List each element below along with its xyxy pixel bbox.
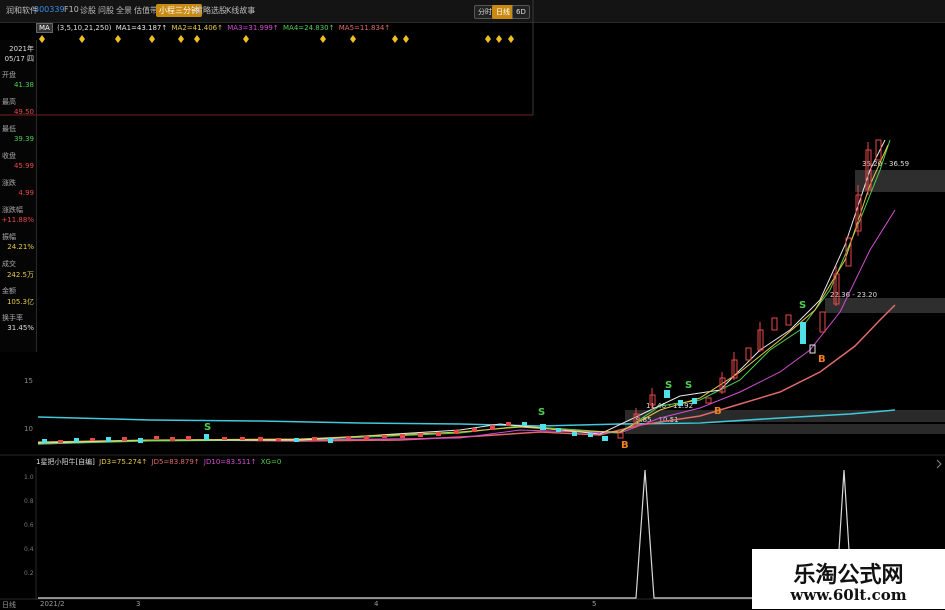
jd3-value: JD3=75.274↑ [99,458,148,466]
candle [222,437,227,440]
signal-diamond [350,35,356,43]
ind-tick: 1.0 [24,474,34,481]
candle [692,398,697,404]
watermark-url: www.60lt.com [790,586,907,604]
ma2-line [37,139,891,445]
candle [572,432,577,436]
candle [771,317,778,331]
signal-diamond [508,35,514,43]
signal-diamond [392,35,398,43]
candle [382,435,387,438]
ma1-line [37,139,886,444]
zone-label-1: 35.20 - 36.59 [862,160,909,168]
candle [312,437,317,441]
signal-diamond [194,35,200,43]
candle [276,438,281,441]
zone-label-2: 22.36 - 23.20 [830,291,877,299]
buy-marker: B [818,354,826,365]
indicator-legend: 1星把小阳牛[自编] JD3=75.274↑ JD5=83.879↑ JD10=… [36,457,283,467]
candle [294,438,299,442]
candle [204,434,209,440]
sell-marker: S [665,380,672,391]
signal-diamonds [39,35,514,43]
sell-marker: S [204,422,211,433]
indicator-ticks: 1.0 0.8 0.6 0.4 0.2 [24,474,34,577]
jd10-value: JD10=83.511↑ [203,458,257,466]
signal-diamond [320,35,326,43]
candle [258,437,263,441]
signal-diamond [243,35,249,43]
zone-band-4 [625,424,945,434]
candle [436,432,441,436]
candle [800,322,806,344]
candle [42,439,47,443]
indicator-name[interactable]: 1星把小阳牛[自编] [36,458,95,466]
watermark: 乐淘公式网 www.60lt.com [752,549,945,609]
candle [556,428,561,432]
candle [819,311,826,333]
jd5-value: JD5=83.879↑ [151,458,200,466]
candle [186,436,191,440]
candle [785,314,792,326]
scroll-right-icon[interactable] [936,459,942,469]
candle [240,437,245,440]
candle [705,397,712,404]
candle [588,433,593,437]
candles [42,139,882,443]
signal-diamond [115,35,121,43]
candle [74,438,79,442]
signal-diamond [79,35,85,43]
candle [400,434,405,438]
candle [490,425,495,430]
signal-diamond [496,35,502,43]
signal-diamond [403,35,409,43]
x-label-feb: 2021/2 [40,600,65,608]
candle [506,422,511,426]
ind-tick: 0.6 [24,522,34,529]
candle [58,440,63,443]
buy-marker: B [621,440,629,451]
ma3-line [37,209,896,445]
candle [540,424,546,430]
candle [106,437,111,442]
signal-diamond [485,35,491,43]
candle [90,438,95,441]
candle [364,436,369,440]
sell-marker: S [799,300,806,311]
candle [122,437,127,441]
ma4-line [37,304,896,445]
candle [138,438,143,443]
candle [472,428,477,432]
xg-value: XG=0 [260,458,282,466]
candle [154,436,159,439]
ind-tick: 0.8 [24,498,34,505]
candle [522,422,527,426]
signal-diamond [178,35,184,43]
candle [664,390,670,398]
sell-marker: S [538,407,545,418]
x-label-apr: 4 [374,600,379,608]
x-label-mar: 3 [136,600,141,608]
candle [454,430,459,434]
signal-diamond [39,35,45,43]
candle [678,400,683,406]
candle [602,436,608,441]
ind-tick: 0.4 [24,546,34,553]
watermark-title: 乐淘公式网 [793,562,904,588]
signal-diamond [149,35,155,43]
candle [346,436,351,439]
sell-marker: S [685,380,692,391]
x-label-may: 5 [592,600,597,608]
candlestick-chart[interactable]: 35.20 - 36.59 22.36 - 23.20 11.46 - 11.9… [0,0,945,609]
buy-marker: B [714,406,722,417]
candle [170,437,175,441]
candle [328,438,333,443]
ind-tick: 0.2 [24,570,34,577]
candle [418,433,423,437]
candle [617,432,624,439]
candle [745,347,752,361]
